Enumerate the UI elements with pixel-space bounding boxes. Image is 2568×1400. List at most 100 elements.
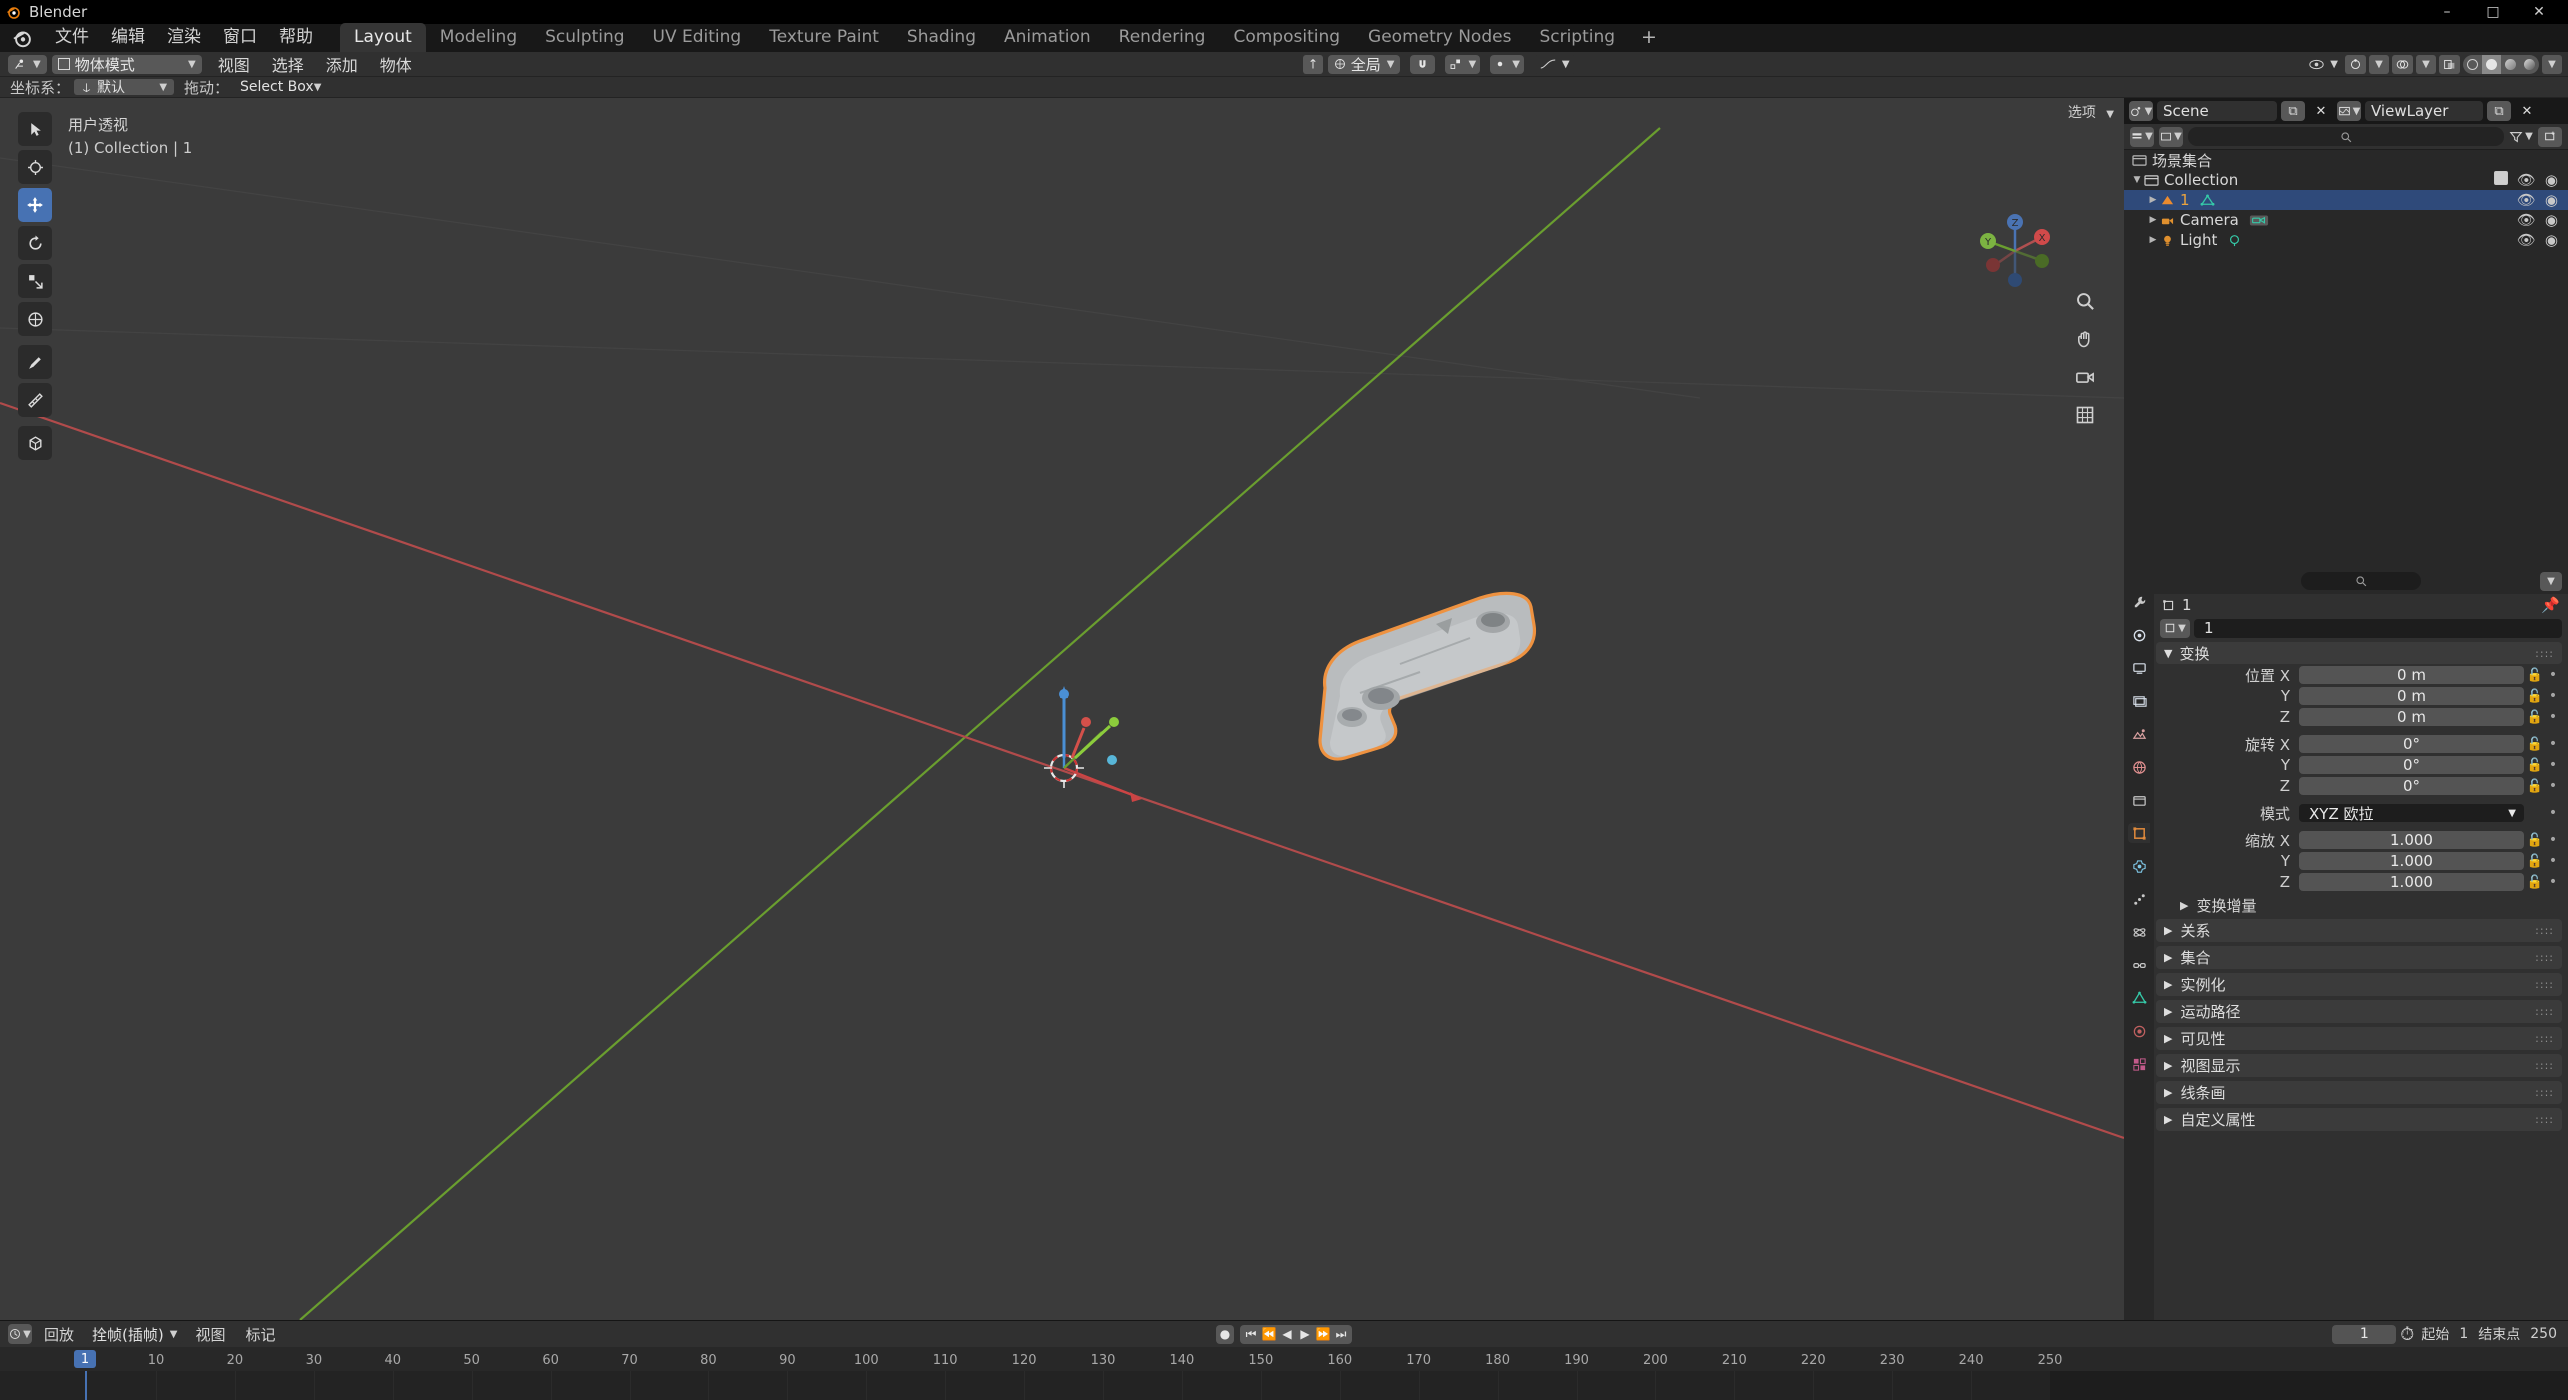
properties-tab-output[interactable] bbox=[2128, 658, 2150, 678]
expand-triangle-icon[interactable]: ▶ bbox=[2146, 215, 2160, 225]
drag-handle-icon[interactable]: :::: bbox=[2535, 1032, 2562, 1045]
annotate-tool-button[interactable] bbox=[18, 345, 52, 379]
camera-render-icon[interactable]: ◉ bbox=[2545, 171, 2558, 189]
rotation-mode-select[interactable]: XYZ 欧拉 ▼ bbox=[2299, 804, 2524, 823]
auto-keying-button[interactable]: ● bbox=[1216, 1324, 1234, 1344]
viewport-menu-view[interactable]: 视图 bbox=[207, 52, 261, 76]
end-frame-value[interactable]: 250 bbox=[2527, 1326, 2560, 1342]
scene-name-field[interactable]: Scene bbox=[2157, 101, 2277, 121]
transform-tool-button[interactable] bbox=[18, 302, 52, 336]
outliner-row-camera[interactable]: ▶ Camera 👁 ◉ bbox=[2124, 210, 2568, 230]
panel-relations[interactable]: ▶ 关系 :::: bbox=[2156, 919, 2562, 942]
timeline-menu-view[interactable]: 视图 bbox=[187, 1324, 233, 1345]
animate-dot-icon[interactable]: • bbox=[2546, 688, 2560, 704]
lock-icon[interactable]: 🔓 bbox=[2524, 758, 2546, 773]
camera-render-icon[interactable]: ◉ bbox=[2545, 231, 2558, 249]
shading-rendered-button[interactable] bbox=[2520, 55, 2539, 74]
viewport-menu-select[interactable]: 选择 bbox=[261, 52, 315, 76]
pan-icon[interactable] bbox=[2072, 326, 2098, 352]
next-keyframe-button[interactable]: ⏩ bbox=[1314, 1325, 1332, 1344]
menu-window[interactable]: 窗口 bbox=[212, 22, 268, 52]
new-scene-button[interactable]: ⧉ bbox=[2281, 101, 2305, 121]
falloff-selector[interactable]: ▼ bbox=[1533, 54, 1576, 74]
panel-viewport-display[interactable]: ▶ 视图显示 :::: bbox=[2156, 1054, 2562, 1077]
minimize-button[interactable]: – bbox=[2424, 0, 2470, 24]
drag-action-field[interactable]: Select Box ▼ bbox=[233, 79, 329, 95]
tab-shading[interactable]: Shading bbox=[893, 23, 990, 52]
scale-x-input[interactable]: 1.000 bbox=[2299, 831, 2524, 849]
rotation-z-input[interactable]: 0° bbox=[2299, 777, 2524, 795]
drag-handle-icon[interactable]: :::: bbox=[2535, 1113, 2562, 1126]
animate-dot-icon[interactable]: • bbox=[2546, 874, 2560, 890]
3d-viewport[interactable]: 用户透视 (1) Collection | 1 X Z Y 选项 ▼ bbox=[0, 98, 2124, 1320]
properties-tab-material[interactable] bbox=[2128, 1021, 2150, 1041]
drag-handle-icon[interactable]: :::: bbox=[2535, 1086, 2562, 1099]
snap-settings[interactable]: ▼ bbox=[1445, 54, 1481, 74]
outliner-row-collection[interactable]: ▼ Collection 👁 ◉ bbox=[2124, 170, 2568, 190]
menu-render[interactable]: 渲染 bbox=[156, 22, 212, 52]
zoom-icon[interactable] bbox=[2072, 288, 2098, 314]
editor-type-selector[interactable]: ▼ bbox=[8, 54, 47, 74]
eye-icon[interactable]: 👁 bbox=[2517, 211, 2536, 229]
gizmo-toggle[interactable] bbox=[2345, 54, 2366, 74]
current-frame-input[interactable]: 1 bbox=[2332, 1324, 2397, 1344]
drag-handle-icon[interactable]: :::: bbox=[2535, 978, 2562, 991]
eye-icon[interactable]: 👁 bbox=[2517, 171, 2536, 189]
timeline-menu-marker[interactable]: 标记 bbox=[237, 1324, 283, 1345]
timeline-body[interactable] bbox=[0, 1371, 2568, 1400]
measure-tool-button[interactable] bbox=[18, 383, 52, 417]
overlays-toggle[interactable] bbox=[2392, 54, 2413, 74]
drag-handle-icon[interactable]: :::: bbox=[2535, 951, 2562, 964]
scale-y-input[interactable]: 1.000 bbox=[2299, 852, 2524, 870]
add-cube-tool-button[interactable] bbox=[18, 426, 52, 460]
delta-transform-subpanel[interactable]: ▶ 变换增量 bbox=[2154, 895, 2568, 915]
jump-end-button[interactable]: ⏭ bbox=[1332, 1325, 1350, 1344]
lock-icon[interactable]: 🔓 bbox=[2524, 779, 2546, 794]
outliner-editor-type-icon[interactable]: ▼ bbox=[2130, 126, 2154, 147]
camera-render-icon[interactable]: ◉ bbox=[2545, 211, 2558, 229]
cursor-tool-button[interactable] bbox=[18, 150, 52, 184]
outliner-root-row[interactable]: 场景集合 bbox=[2124, 150, 2568, 170]
animate-dot-icon[interactable]: • bbox=[2546, 853, 2560, 869]
view-layer-browse-icon[interactable]: ▼ bbox=[2337, 101, 2361, 121]
animate-dot-icon[interactable]: • bbox=[2546, 832, 2560, 848]
menu-edit[interactable]: 编辑 bbox=[100, 22, 156, 52]
snap-toggle[interactable] bbox=[1410, 54, 1436, 74]
tab-texture-paint[interactable]: Texture Paint bbox=[755, 23, 893, 52]
tab-sculpting[interactable]: Sculpting bbox=[531, 23, 638, 52]
new-view-layer-button[interactable]: ⧉ bbox=[2487, 101, 2511, 121]
properties-tab-scene[interactable] bbox=[2128, 724, 2150, 744]
tab-layout[interactable]: Layout bbox=[340, 23, 426, 52]
tab-uv-editing[interactable]: UV Editing bbox=[639, 23, 756, 52]
tab-compositing[interactable]: Compositing bbox=[1219, 23, 1354, 52]
lock-icon[interactable]: 🔓 bbox=[2524, 710, 2546, 725]
timeline-keying-set[interactable]: 拴帧(插帧) ▼ bbox=[86, 1324, 184, 1344]
viewport-menu-add[interactable]: 添加 bbox=[315, 52, 369, 76]
playhead-marker[interactable]: 1 bbox=[74, 1350, 96, 1368]
timeline-ruler[interactable]: 10 20 30 40 50 60 70 80 90 100 110 120 130 140 150 160 1… bbox=[0, 1347, 2568, 1371]
animate-dot-icon[interactable]: • bbox=[2546, 805, 2560, 821]
outliner-display-mode-icon[interactable]: ▼ bbox=[2159, 126, 2183, 147]
tab-modeling[interactable]: Modeling bbox=[426, 23, 531, 52]
object-name-input[interactable]: 1 bbox=[2194, 618, 2562, 638]
panel-line-art[interactable]: ▶ 线条画 :::: bbox=[2156, 1081, 2562, 1104]
camera-icon[interactable] bbox=[2072, 364, 2098, 390]
jump-start-button[interactable]: ⏮ bbox=[1242, 1325, 1260, 1344]
shading-dropdown[interactable]: ▼ bbox=[2542, 54, 2562, 74]
properties-tab-tool[interactable] bbox=[2128, 592, 2150, 612]
properties-tab-object[interactable] bbox=[2128, 823, 2150, 843]
transform-panel-header[interactable]: ▼ 变换 :::: bbox=[2156, 642, 2562, 664]
pin-icon[interactable]: 📌 bbox=[2541, 596, 2560, 614]
drag-handle-icon[interactable]: :::: bbox=[2535, 1059, 2562, 1072]
animate-dot-icon[interactable]: • bbox=[2546, 757, 2560, 773]
properties-tab-collection[interactable] bbox=[2128, 790, 2150, 810]
properties-tab-render[interactable] bbox=[2128, 625, 2150, 645]
menu-help[interactable]: 帮助 bbox=[268, 22, 324, 52]
transform-orientation-selector[interactable]: 全局 ▼ bbox=[1327, 54, 1401, 74]
location-z-input[interactable]: 0 m bbox=[2299, 708, 2524, 726]
properties-tab-world[interactable] bbox=[2128, 757, 2150, 777]
outliner-filter-icon[interactable]: ▼ bbox=[2509, 127, 2533, 147]
panel-instancing[interactable]: ▶ 实例化 :::: bbox=[2156, 973, 2562, 996]
tab-animation[interactable]: Animation bbox=[990, 23, 1105, 52]
shading-solid-button[interactable] bbox=[2482, 54, 2501, 74]
